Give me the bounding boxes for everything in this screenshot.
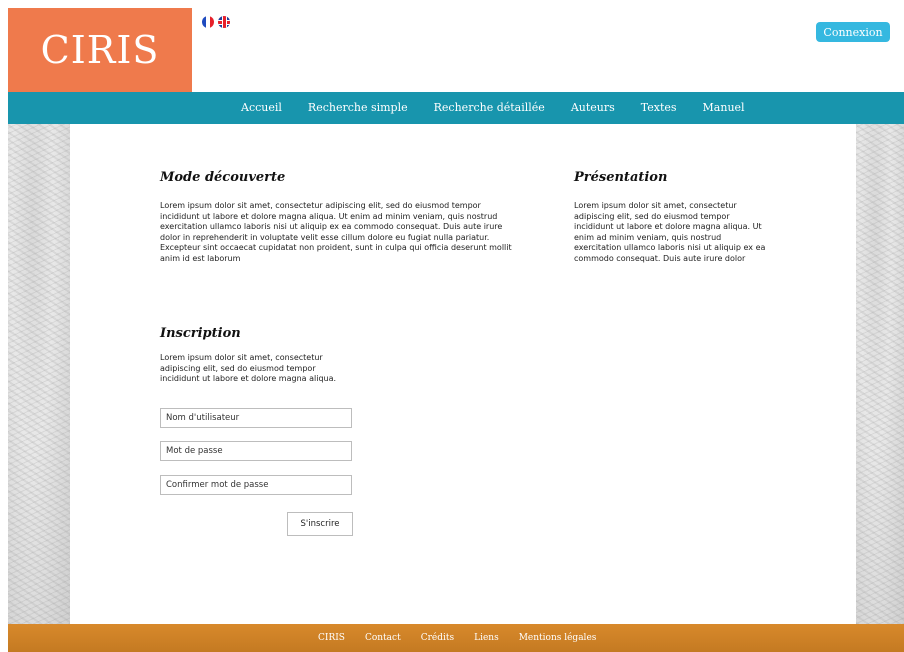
footer-link-mentions-legales[interactable]: Mentions légales	[509, 624, 607, 652]
main-nav: Accueil Recherche simple Recherche détai…	[8, 92, 904, 124]
username-field[interactable]	[160, 408, 352, 428]
nav-item-accueil[interactable]: Accueil	[228, 92, 295, 124]
page: CIRIS Connexion Accueil Recherche simple…	[8, 8, 904, 652]
discovery-text: Lorem ipsum dolor sit amet, consectetur …	[160, 201, 512, 263]
nav-list: Accueil Recherche simple Recherche détai…	[228, 92, 758, 124]
nav-item-textes[interactable]: Textes	[628, 92, 690, 124]
nav-item-recherche-detaillee[interactable]: Recherche détaillée	[421, 92, 558, 124]
discovery-title: Mode découverte	[160, 170, 286, 185]
footer-link-contact[interactable]: Contact	[355, 624, 411, 652]
login-button[interactable]: Connexion	[816, 22, 890, 42]
footer-link-liens[interactable]: Liens	[464, 624, 509, 652]
footer-link-ciris[interactable]: CIRIS	[308, 624, 355, 652]
fr-flag-icon[interactable]	[202, 16, 214, 28]
signup-button[interactable]: S'inscrire	[287, 512, 353, 536]
logo-text: CIRIS	[40, 28, 160, 72]
site-logo[interactable]: CIRIS	[8, 8, 192, 92]
presentation-text: Lorem ipsum dolor sit amet, consectetur …	[574, 201, 766, 263]
language-switcher	[202, 16, 230, 28]
presentation-title: Présentation	[574, 170, 668, 185]
nav-item-manuel[interactable]: Manuel	[690, 92, 758, 124]
nav-item-auteurs[interactable]: Auteurs	[558, 92, 628, 124]
confirm-password-field[interactable]	[160, 475, 352, 495]
left-engraving-image	[8, 124, 70, 624]
footer-links: CIRIS Contact Crédits Liens Mentions lég…	[308, 624, 606, 652]
right-engraving-image	[856, 124, 904, 624]
footer-link-credits[interactable]: Crédits	[411, 624, 464, 652]
signup-text: Lorem ipsum dolor sit amet, consectetur …	[160, 353, 337, 383]
nav-item-recherche-simple[interactable]: Recherche simple	[295, 92, 421, 124]
footer: CIRIS Contact Crédits Liens Mentions lég…	[8, 624, 904, 652]
password-field[interactable]	[160, 441, 352, 461]
uk-flag-icon[interactable]	[218, 16, 230, 28]
signup-title: Inscription	[160, 326, 241, 341]
